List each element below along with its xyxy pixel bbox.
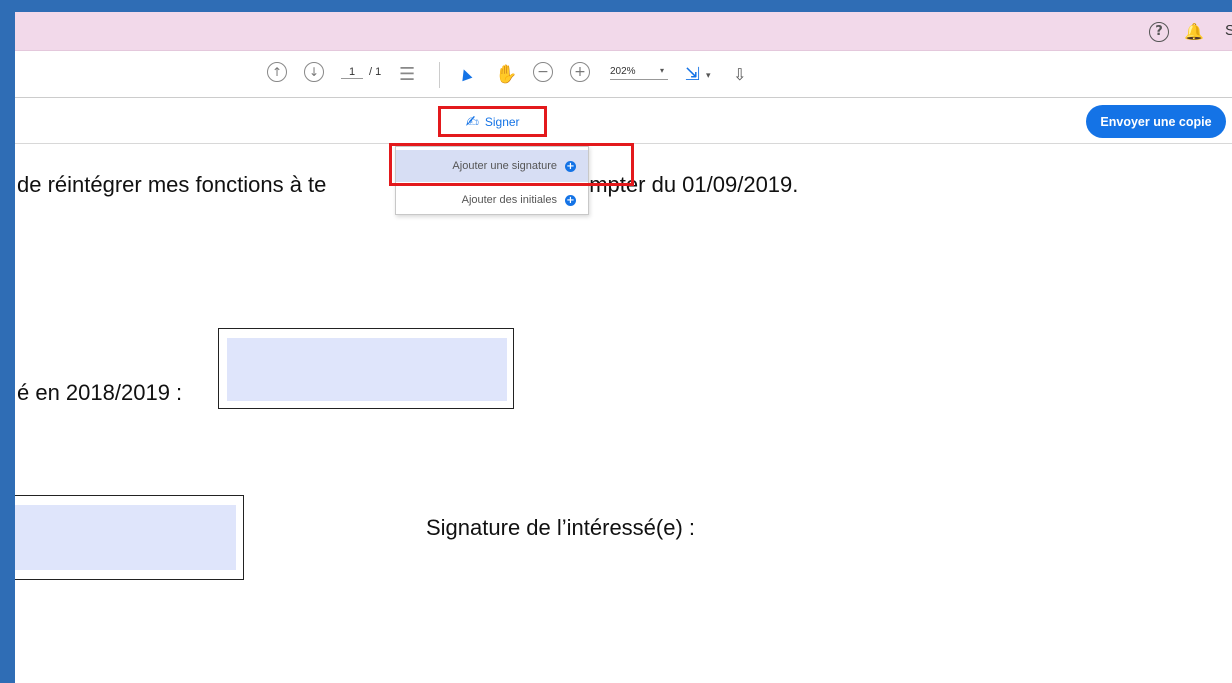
window-frame-left (0, 0, 15, 683)
fit-page-icon[interactable]: ⇲ (685, 62, 700, 86)
zoom-level-value: 202% (610, 66, 636, 77)
user-avatar-initial[interactable]: S (1225, 22, 1232, 39)
signature-label: Signature de l’intéressé(e) : (426, 515, 696, 540)
annotation-highlight-box (389, 143, 634, 186)
zoom-in-icon[interactable]: + (570, 62, 590, 82)
viewer-toolbar: ↑ ↓ 1 / 1 ☰ ▲ ✋ − + 202% ▾ ⇲ ▾ ⇩ (15, 52, 1232, 98)
page-total: / 1 (369, 66, 382, 78)
action-bar: ✍ Signer Envoyer une copie (15, 98, 1232, 144)
form-field-fill (227, 338, 507, 401)
zoom-out-icon[interactable]: − (533, 62, 553, 82)
title-bar: ? 🔔 S (15, 12, 1232, 51)
form-field-fill (15, 505, 236, 570)
next-page-icon[interactable]: ↓ (304, 62, 324, 82)
menu-item-label: Ajouter des initiales (461, 194, 557, 206)
send-copy-button[interactable]: Envoyer une copie (1086, 105, 1226, 138)
hand-tool-icon[interactable]: ✋ (495, 62, 517, 86)
zoom-level-select[interactable]: 202% ▾ (610, 66, 668, 80)
page-number-input[interactable]: 1 (341, 66, 363, 79)
form-field-year[interactable] (218, 328, 514, 409)
help-icon[interactable]: ? (1149, 22, 1169, 42)
toolbar-divider (439, 62, 440, 88)
menu-item-add-initials[interactable]: Ajouter des initiales + (396, 184, 588, 216)
notification-bell-icon[interactable]: 🔔 (1184, 22, 1204, 42)
sign-button[interactable]: ✍ Signer (438, 106, 547, 137)
pen-signature-icon: ✍ (465, 112, 479, 131)
add-circle-icon: + (565, 194, 576, 206)
page-thumbnails-icon[interactable]: ☰ (399, 62, 415, 86)
sign-button-label: Signer (484, 114, 520, 129)
form-field-left[interactable] (15, 495, 244, 580)
document-line-reinstate: de réintégrer mes fonctions à te (17, 172, 327, 197)
previous-page-icon[interactable]: ↑ (267, 62, 287, 82)
select-tool-icon[interactable]: ▲ (456, 61, 474, 87)
document-line-year-label: é en 2018/2019 : (17, 380, 183, 405)
scroll-mode-icon[interactable]: ⇩ (733, 62, 746, 86)
fit-options-chevron-icon[interactable]: ▾ (706, 64, 711, 88)
chevron-down-icon: ▾ (659, 66, 664, 75)
window-frame-top (0, 0, 1232, 12)
